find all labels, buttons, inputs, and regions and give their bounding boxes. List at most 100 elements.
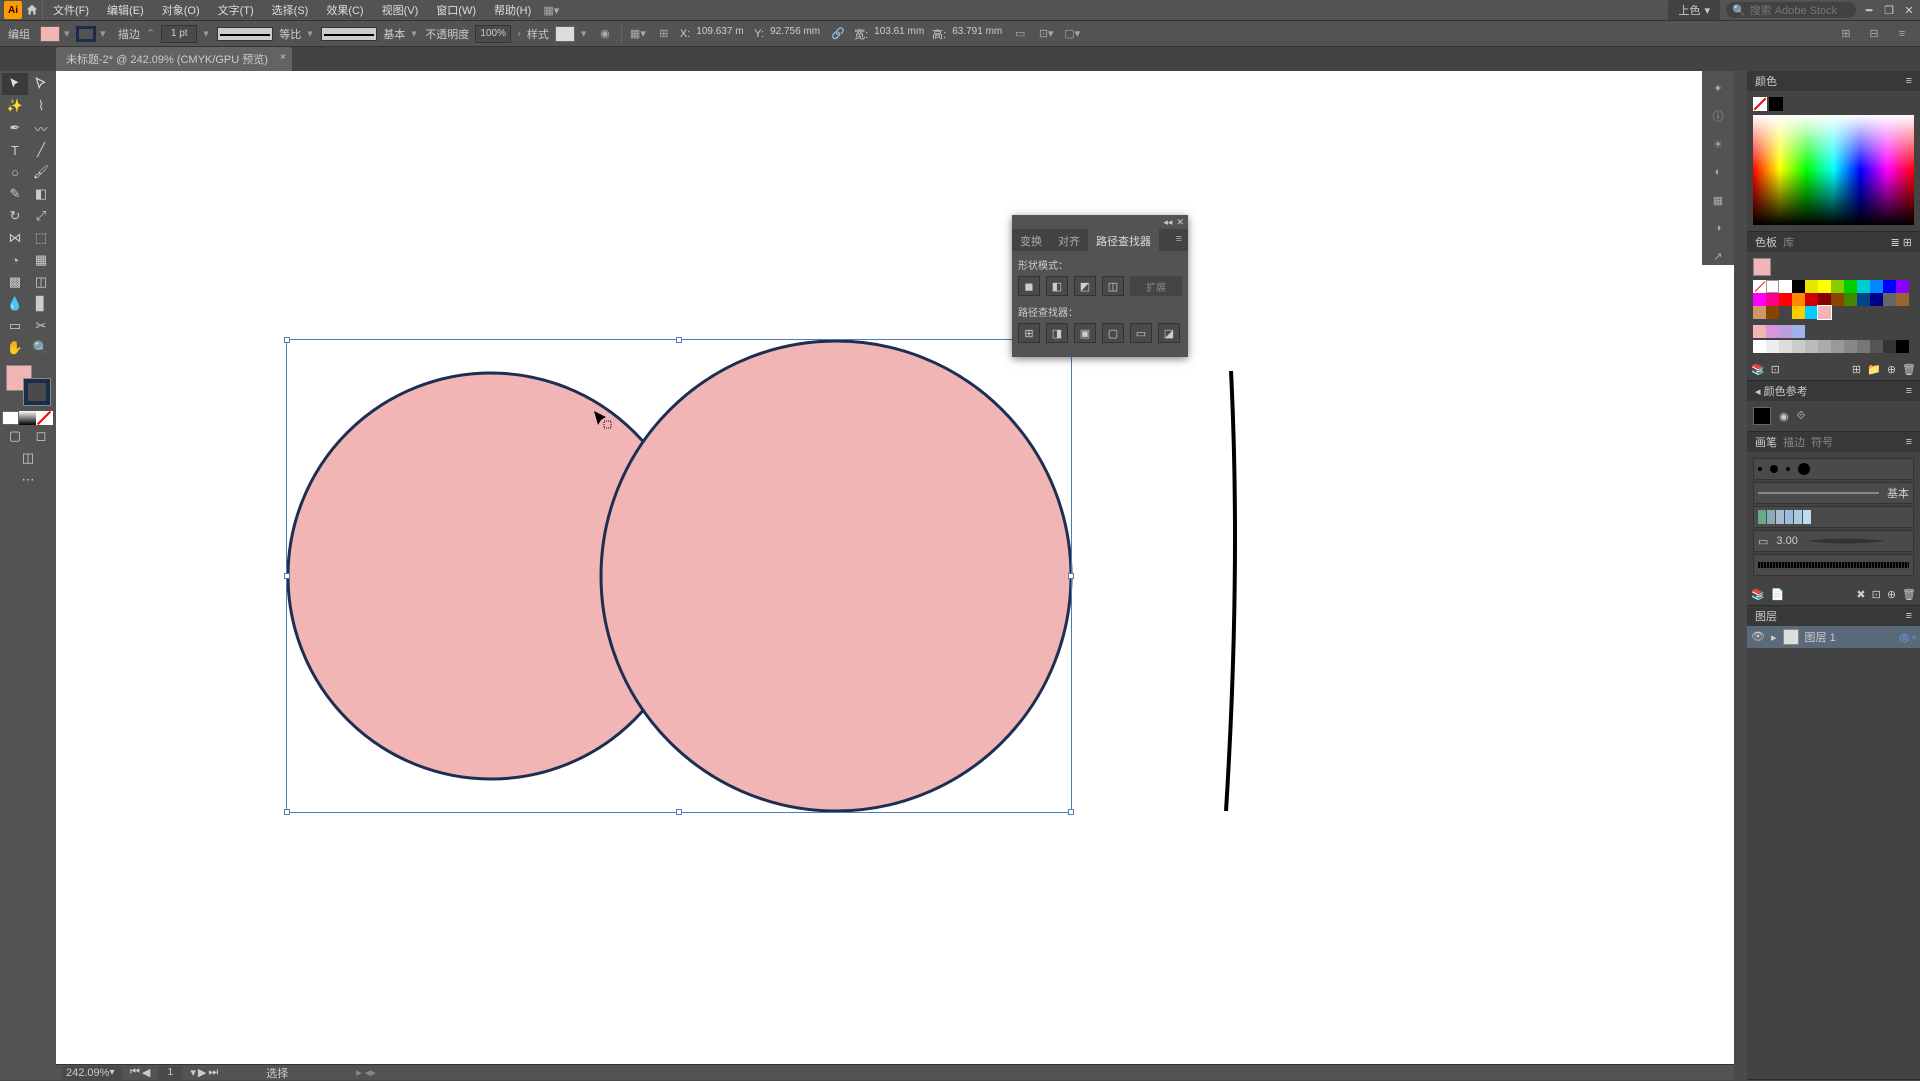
swatch-options-icon[interactable]: ⊞ (1852, 363, 1861, 376)
recolor-icon[interactable]: ◉ (595, 24, 615, 44)
x-value[interactable]: 109.637 m (696, 26, 748, 42)
brush-charcoal-row[interactable] (1753, 554, 1914, 576)
stray-curve[interactable] (1226, 371, 1235, 811)
panel-menu-icon[interactable]: ≡ (1906, 436, 1912, 448)
intersect-button[interactable]: ◩ (1074, 276, 1096, 296)
width-tool[interactable]: ⋈ (2, 227, 28, 249)
expand-button[interactable]: 扩展 (1130, 276, 1182, 296)
menu-effect[interactable]: 效果(C) (318, 0, 371, 20)
divide-button[interactable]: ⊞ (1018, 323, 1040, 343)
color-spectrum[interactable] (1753, 115, 1914, 225)
zoom-tool[interactable]: 🔍 (28, 337, 54, 359)
menu-view[interactable]: 视图(V) (374, 0, 427, 20)
search-stock[interactable]: 🔍 搜索 Adobe Stock (1726, 2, 1856, 18)
h-value[interactable]: 63.791 mm (952, 26, 1004, 42)
draw-mode[interactable]: ◫ (2, 447, 54, 469)
zoom-level[interactable]: 242.09% ▾ (62, 1066, 122, 1080)
minus-back-button[interactable]: ◪ (1158, 323, 1180, 343)
stroke-color[interactable] (24, 379, 50, 405)
new-group-icon[interactable]: 📁 (1867, 363, 1881, 376)
new-brush-icon[interactable]: ⊕ (1887, 588, 1896, 601)
type-tool[interactable]: T (2, 139, 28, 161)
stroke-tab[interactable]: 描边 (1783, 437, 1805, 449)
tab-transform[interactable]: 变换 (1012, 229, 1050, 251)
screen-mode-normal[interactable]: ▢ (2, 425, 28, 447)
handle-se[interactable] (1068, 809, 1074, 815)
brush-basic-row[interactable] (1753, 458, 1914, 480)
window-minimize[interactable]: ━ (1862, 3, 1876, 17)
align-icon[interactable]: ▦▾ (628, 24, 648, 44)
trim-button[interactable]: ◨ (1046, 323, 1068, 343)
direct-selection-tool[interactable] (28, 73, 54, 95)
close-tab-icon[interactable]: × (280, 52, 286, 63)
delete-swatch-icon[interactable]: 🗑 (1902, 363, 1916, 376)
prefs-icon[interactable]: ≡ (1892, 24, 1912, 44)
artboard-tool[interactable]: ▭ (2, 315, 28, 337)
panel-close-icon[interactable]: ✕ (1176, 217, 1184, 228)
handle-n[interactable] (676, 337, 682, 343)
delete-brush-icon[interactable]: 🗑 (1902, 588, 1916, 601)
graph-tool[interactable]: ▊ (28, 293, 54, 315)
panel-menu-icon[interactable]: ≡ (1906, 610, 1912, 622)
layers-title[interactable]: 图层 (1755, 608, 1777, 624)
fill-swatch[interactable] (40, 26, 60, 42)
graphic-styles-icon[interactable]: ▦ (1709, 191, 1727, 209)
envelope-icon[interactable]: ▢▾ (1062, 24, 1082, 44)
export-icon[interactable]: ↗ (1709, 247, 1727, 265)
w-value[interactable]: 103.61 mm (874, 26, 926, 42)
crop-button[interactable]: ▢ (1102, 323, 1124, 343)
stroke-swatch[interactable] (76, 26, 96, 42)
window-restore[interactable]: ❐ (1882, 3, 1896, 17)
pen-tool[interactable]: ✒ (2, 117, 28, 139)
mesh-tool[interactable]: ▩ (2, 271, 28, 293)
menu-select[interactable]: 选择(S) (264, 0, 317, 20)
first-artboard-icon[interactable]: ⏮ (130, 1066, 140, 1079)
panel-menu-icon[interactable]: ≡ (1170, 229, 1188, 251)
canvas[interactable] (56, 71, 1734, 1064)
eraser-tool[interactable]: ◧ (28, 183, 54, 205)
current-fill-swatch[interactable] (1753, 258, 1771, 276)
opacity-input[interactable] (475, 25, 511, 43)
visibility-icon[interactable]: 👁 (1751, 630, 1765, 644)
magic-wand-tool[interactable]: ✨ (2, 95, 28, 117)
brush-definition[interactable] (321, 27, 377, 41)
link-wh-icon[interactable]: 🔗 (828, 24, 848, 44)
hand-tool[interactable]: ✋ (2, 337, 28, 359)
lasso-tool[interactable]: ⌇ (28, 95, 54, 117)
new-swatch-icon[interactable]: ⊕ (1887, 363, 1896, 376)
curvature-tool[interactable]: 〰 (28, 117, 54, 139)
panel-menu-icon[interactable]: ≡ (1906, 385, 1912, 397)
color-guide-title[interactable]: 颜色参考 (1764, 386, 1808, 398)
none-swatch[interactable] (1753, 97, 1767, 111)
color-mode-solid[interactable] (2, 411, 19, 425)
shape-icon[interactable]: ▭ (1010, 24, 1030, 44)
brushes-tab[interactable]: 画笔 (1755, 437, 1777, 449)
transform-icon[interactable]: ⊞ (654, 24, 674, 44)
properties-icon[interactable]: ✦ (1709, 79, 1727, 97)
gradient-tool[interactable]: ◫ (28, 271, 54, 293)
layer-row[interactable]: 👁 ▸ 图层 1 ◎ ▫ (1747, 626, 1920, 648)
brush-lib2-icon[interactable]: 📄 (1771, 588, 1785, 601)
isolate-icon[interactable]: ⊡▾ (1036, 24, 1056, 44)
eyedropper-tool[interactable]: 💧 (2, 293, 28, 315)
handle-s[interactable] (676, 809, 682, 815)
workspace-switcher[interactable]: 上色▾ (1668, 0, 1720, 20)
shaper-tool[interactable]: ✎ (2, 183, 28, 205)
handle-nw[interactable] (284, 337, 290, 343)
arrange-docs-icon[interactable]: ▦▾ (541, 0, 561, 20)
swatch-kind-icon[interactable]: ⊡ (1771, 363, 1780, 376)
color-panel-title[interactable]: 颜色 (1755, 73, 1777, 89)
line-tool[interactable]: ╱ (28, 139, 54, 161)
minus-front-button[interactable]: ◧ (1046, 276, 1068, 296)
panel-menu-icon[interactable]: ≡ (1906, 75, 1912, 87)
width-profile[interactable] (217, 27, 273, 41)
paintbrush-tool[interactable]: 🖌 (28, 161, 54, 183)
shape-builder-tool[interactable]: ◔ (2, 249, 28, 271)
y-value[interactable]: 92.756 mm (770, 26, 822, 42)
last-artboard-icon[interactable]: ⏭ (208, 1066, 218, 1079)
selection-tool[interactable] (2, 73, 28, 95)
menu-window[interactable]: 窗口(W) (428, 0, 484, 20)
color-mode-none[interactable] (36, 411, 53, 425)
info-icon[interactable]: ⓘ (1709, 107, 1727, 125)
free-transform-tool[interactable]: ⬚ (28, 227, 54, 249)
